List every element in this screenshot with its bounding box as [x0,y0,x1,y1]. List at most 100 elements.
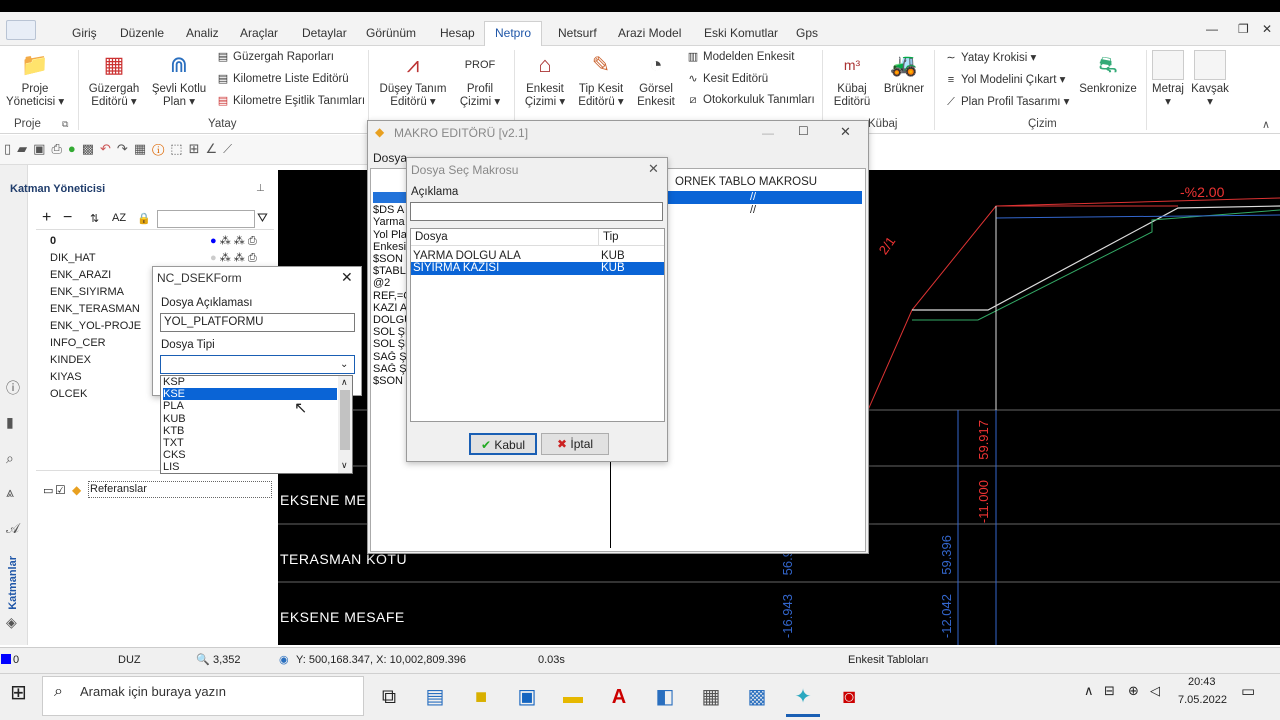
volume-icon[interactable]: ◁ [1150,683,1160,699]
netcad-icon[interactable]: ✦ [786,680,820,714]
layer-item[interactable]: ENK_SIYIRMA [50,286,124,298]
tab-hesap[interactable]: Hesap [438,22,477,46]
makro-line[interactable]: $TABL [373,265,407,277]
kesit-editoru-button[interactable]: ∿ Kesit Editörü [686,72,815,94]
zoom-icon[interactable]: ⊞ [189,141,206,156]
az-sort-icon[interactable]: AZ [112,212,126,224]
notes-icon[interactable]: ■ [464,680,498,714]
acrobat-icon[interactable]: A [602,680,636,714]
option-ksp[interactable]: KSP [163,376,186,388]
search-icon[interactable]: ⌕ [6,450,14,467]
layer-item[interactable]: KIYAS [50,371,82,383]
layer-item[interactable]: ENK_YOL-PROJE [50,320,141,332]
option-ktb[interactable]: KTB [163,425,186,437]
info-icon[interactable]: ⓘ [6,378,20,398]
right-selected-row[interactable] [668,191,862,204]
store-icon[interactable]: ▣ [510,680,544,714]
visibility-icon[interactable]: ⁂ [220,235,231,247]
menu-dosya[interactable]: Dosya [373,151,407,165]
makro-line[interactable]: Yol Pla [373,229,407,241]
scroll-up-icon[interactable]: ∧ [341,377,348,388]
gorsel-enkesit-button[interactable]: ◔ Görsel Enkesit [634,50,678,109]
sort-icon[interactable]: ⇅ [90,212,99,225]
option-lis[interactable]: LIS [163,461,186,473]
pin-icon[interactable]: ⊥ [256,183,265,194]
lock-icon[interactable]: ⁂ [234,252,245,264]
brukner-button[interactable]: 🚜 Brükner [882,50,926,96]
type-select[interactable] [160,355,355,374]
tab-detaylar[interactable]: Detaylar [300,22,349,46]
file-row-name[interactable]: SIYIRMA KAZISI [413,262,499,274]
tab-analiz[interactable]: Analiz [184,22,221,46]
yatay-krokisi-button[interactable]: ∼ Yatay Krokisi ▾ [944,50,1069,72]
kavsak-button[interactable]: Kavşak ▾ [1190,50,1230,109]
visibility-icon[interactable]: ⁂ [220,252,231,264]
option-cks[interactable]: CKS [163,449,186,461]
scroll-thumb[interactable] [340,390,350,450]
makro-lines[interactable]: $MAKRO$DS AYarmaYol PlaEnkesit$SON$TABL@… [373,192,407,387]
guzergah-raporlari-button[interactable]: ▤ Güzergah Raporları [216,50,365,72]
measure-icon[interactable]: ⩓ [6,484,14,501]
collapse-ribbon-icon[interactable]: ∧ [1262,118,1270,131]
scroll-down-icon[interactable]: ∨ [341,460,348,471]
app3-icon[interactable]: ▩ [740,680,774,714]
explorer-icon[interactable]: ▬ [556,680,590,714]
col-dosya[interactable]: Dosya [415,231,448,243]
status-mode[interactable]: DUZ [118,654,141,666]
makro-line[interactable]: @2 [373,277,407,289]
layer-item[interactable]: ENK_ARAZI [50,269,111,281]
layer-item[interactable]: DIK_HAT [50,252,96,264]
restore-button[interactable]: ❐ [1238,22,1249,36]
senkronize-button[interactable]: ⛐ Senkronize [1078,50,1138,96]
makro-line[interactable]: Yarma [373,216,407,228]
tab-giriş[interactable]: Giriş [70,22,99,46]
open-icon[interactable]: ▰ [17,141,33,156]
angle-icon[interactable]: ∠ [205,141,223,156]
task-view-icon[interactable]: ⧉ [372,680,406,714]
grid-icon[interactable]: ▦ [134,141,152,156]
otokorkuluk-button[interactable]: ⧄ Otokorkuluk Tanımları [686,94,815,116]
iptal-button[interactable]: ✖ İptal [541,433,609,455]
tip-kesit-button[interactable]: ✎ Tip Kesit Editörü ▾ [576,50,626,109]
filter-icon[interactable]: ⛛ [257,210,268,226]
lock-icon[interactable]: ⁂ [234,235,245,247]
layer-item[interactable]: INFO_CER [50,337,106,349]
remove-layer-icon[interactable]: − [63,209,72,227]
stack-icon[interactable]: ◈ [6,614,17,631]
dusey-tanim-button[interactable]: ⩘ Düşey Tanım Editörü ▾ [378,50,448,109]
add-layer-icon[interactable]: + [42,209,51,227]
tab-araçlar[interactable]: Araçlar [238,22,280,46]
option-kub[interactable]: KUB [163,413,186,425]
makro-line[interactable]: SAĞ ŞE [373,363,407,375]
toolbar-icons[interactable]: ▯▰▣⎙●▩↶↷▦ⓘ⬚⊞∠⟋ [4,141,238,157]
minimize-button[interactable]: — [762,126,774,140]
layer-item[interactable]: 0 [50,235,56,247]
col-tip[interactable]: Tip [603,231,619,243]
new-icon[interactable]: ▯ [4,141,17,156]
option-txt[interactable]: TXT [163,437,186,449]
app-icon[interactable]: ▤ [418,680,452,714]
minimize-button[interactable]: — [1206,22,1218,36]
side-tab-katmanlar[interactable]: Katmanlar [7,556,19,610]
close-button[interactable]: ✕ [1262,22,1272,36]
makro-line[interactable]: $SON [373,253,407,265]
network-icon[interactable]: ⊟ [1104,683,1115,699]
layer-item[interactable]: KINDEX [50,354,91,366]
collapse-icon[interactable]: ▭ [43,484,53,497]
file-row-type[interactable]: KUB [601,250,625,262]
layer-item[interactable]: ENK_TERASMAN [50,303,140,315]
sevli-kotlu-plan-button[interactable]: ⋒ Şevli Kotlu Plan ▾ [148,50,210,109]
tab-netsurf[interactable]: Netsurf [556,22,599,46]
undo-icon[interactable]: ↶ [100,141,117,156]
tab-netpro[interactable]: Netpro [484,21,543,46]
tab-gps[interactable]: Gps [794,22,820,46]
makro-line[interactable]: $DS A [373,204,407,216]
guzergah-editoru-button[interactable]: ▦ Güzergah Editörü ▾ [86,50,142,109]
option-kse[interactable]: KSE [163,388,186,400]
tool-icon[interactable]: ▩ [82,141,100,156]
text-style-icon[interactable]: 𝒜 [6,520,19,537]
maximize-button[interactable]: ☐ [798,124,809,138]
recorder-icon[interactable]: ◙ [832,680,866,714]
metraj-button[interactable]: Metraj ▾ [1150,50,1186,109]
app2-icon[interactable]: ◧ [648,680,682,714]
